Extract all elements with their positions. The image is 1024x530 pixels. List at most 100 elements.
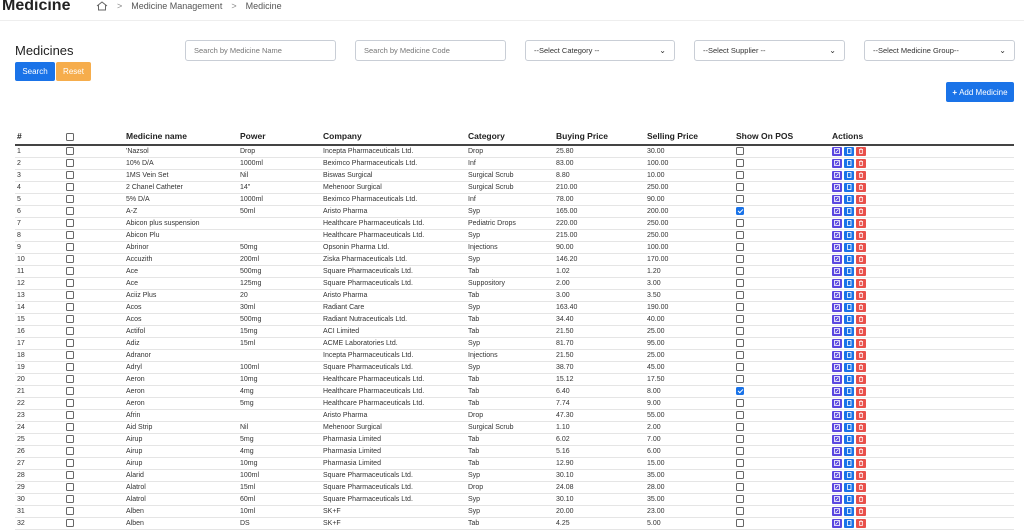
edit-icon[interactable]	[832, 398, 842, 408]
edit-icon[interactable]	[832, 146, 842, 156]
row-select-checkbox[interactable]	[66, 315, 74, 323]
row-select-checkbox[interactable]	[66, 183, 74, 191]
delete-icon[interactable]	[856, 434, 866, 444]
edit-icon[interactable]	[832, 422, 842, 432]
delete-icon[interactable]	[856, 242, 866, 252]
show-on-pos-checkbox[interactable]	[736, 519, 744, 527]
row-select-checkbox[interactable]	[66, 447, 74, 455]
edit-icon[interactable]	[832, 338, 842, 348]
show-on-pos-checkbox[interactable]	[736, 435, 744, 443]
delete-icon[interactable]	[856, 350, 866, 360]
delete-icon[interactable]	[856, 254, 866, 264]
row-select-checkbox[interactable]	[66, 435, 74, 443]
show-on-pos-checkbox[interactable]	[736, 279, 744, 287]
delete-icon[interactable]	[856, 422, 866, 432]
copy-icon[interactable]	[844, 362, 854, 372]
copy-icon[interactable]	[844, 326, 854, 336]
copy-icon[interactable]	[844, 386, 854, 396]
delete-icon[interactable]	[856, 482, 866, 492]
show-on-pos-checkbox[interactable]	[736, 183, 744, 191]
show-on-pos-checkbox[interactable]	[736, 291, 744, 299]
row-select-checkbox[interactable]	[66, 483, 74, 491]
delete-icon[interactable]	[856, 374, 866, 384]
delete-icon[interactable]	[856, 206, 866, 216]
show-on-pos-checkbox[interactable]	[736, 159, 744, 167]
row-select-checkbox[interactable]	[66, 243, 74, 251]
edit-icon[interactable]	[832, 158, 842, 168]
show-on-pos-checkbox[interactable]	[736, 483, 744, 491]
delete-icon[interactable]	[856, 494, 866, 504]
delete-icon[interactable]	[856, 398, 866, 408]
copy-icon[interactable]	[844, 218, 854, 228]
edit-icon[interactable]	[832, 518, 842, 528]
row-select-checkbox[interactable]	[66, 507, 74, 515]
edit-icon[interactable]	[832, 230, 842, 240]
column-header-buying-price[interactable]: Buying Price	[554, 128, 645, 146]
row-select-checkbox[interactable]	[66, 327, 74, 335]
copy-icon[interactable]	[844, 146, 854, 156]
delete-icon[interactable]	[856, 146, 866, 156]
home-icon[interactable]	[96, 1, 108, 11]
copy-icon[interactable]	[844, 434, 854, 444]
delete-icon[interactable]	[856, 338, 866, 348]
show-on-pos-checkbox[interactable]	[736, 267, 744, 275]
copy-icon[interactable]	[844, 290, 854, 300]
delete-icon[interactable]	[856, 458, 866, 468]
edit-icon[interactable]	[832, 458, 842, 468]
show-on-pos-checkbox[interactable]	[736, 411, 744, 419]
delete-icon[interactable]	[856, 170, 866, 180]
show-on-pos-checkbox[interactable]	[736, 147, 744, 156]
delete-icon[interactable]	[856, 410, 866, 420]
search-button[interactable]: Search	[15, 62, 55, 81]
edit-icon[interactable]	[832, 278, 842, 288]
copy-icon[interactable]	[844, 350, 854, 360]
delete-icon[interactable]	[856, 470, 866, 480]
edit-icon[interactable]	[832, 170, 842, 180]
row-select-checkbox[interactable]	[66, 147, 74, 156]
copy-icon[interactable]	[844, 494, 854, 504]
edit-icon[interactable]	[832, 506, 842, 516]
show-on-pos-checkbox[interactable]	[736, 399, 744, 407]
copy-icon[interactable]	[844, 158, 854, 168]
copy-icon[interactable]	[844, 182, 854, 192]
show-on-pos-checkbox[interactable]	[736, 219, 744, 227]
show-on-pos-checkbox[interactable]	[736, 375, 744, 383]
show-on-pos-checkbox[interactable]	[736, 447, 744, 455]
delete-icon[interactable]	[856, 446, 866, 456]
row-select-checkbox[interactable]	[66, 303, 74, 311]
edit-icon[interactable]	[832, 302, 842, 312]
edit-icon[interactable]	[832, 446, 842, 456]
copy-icon[interactable]	[844, 242, 854, 252]
show-on-pos-checkbox[interactable]	[736, 255, 744, 263]
delete-icon[interactable]	[856, 266, 866, 276]
edit-icon[interactable]	[832, 218, 842, 228]
category-select[interactable]: --Select Category -- ⌄	[525, 40, 675, 61]
show-on-pos-checkbox[interactable]	[736, 243, 744, 251]
edit-icon[interactable]	[832, 254, 842, 264]
delete-icon[interactable]	[856, 302, 866, 312]
show-on-pos-checkbox[interactable]	[736, 507, 744, 515]
copy-icon[interactable]	[844, 506, 854, 516]
row-select-checkbox[interactable]	[66, 231, 74, 239]
show-on-pos-checkbox[interactable]	[736, 387, 744, 395]
search-medicine-code-input[interactable]: Search by Medicine Code	[355, 40, 506, 61]
edit-icon[interactable]	[832, 410, 842, 420]
row-select-checkbox[interactable]	[66, 219, 74, 227]
row-select-checkbox[interactable]	[66, 279, 74, 287]
column-header-company[interactable]: Company	[321, 128, 466, 146]
column-header-category[interactable]: Category	[466, 128, 554, 146]
row-select-checkbox[interactable]	[66, 267, 74, 275]
row-select-checkbox[interactable]	[66, 255, 74, 263]
row-select-checkbox[interactable]	[66, 291, 74, 299]
edit-icon[interactable]	[832, 182, 842, 192]
column-header-power[interactable]: Power	[238, 128, 321, 146]
column-header-show-on-pos[interactable]: Show On POS	[734, 128, 830, 146]
copy-icon[interactable]	[844, 230, 854, 240]
row-select-checkbox[interactable]	[66, 399, 74, 407]
delete-icon[interactable]	[856, 278, 866, 288]
breadcrumb-item-medicine-management[interactable]: Medicine Management	[131, 1, 222, 11]
copy-icon[interactable]	[844, 338, 854, 348]
edit-icon[interactable]	[832, 482, 842, 492]
delete-icon[interactable]	[856, 506, 866, 516]
show-on-pos-checkbox[interactable]	[736, 315, 744, 323]
